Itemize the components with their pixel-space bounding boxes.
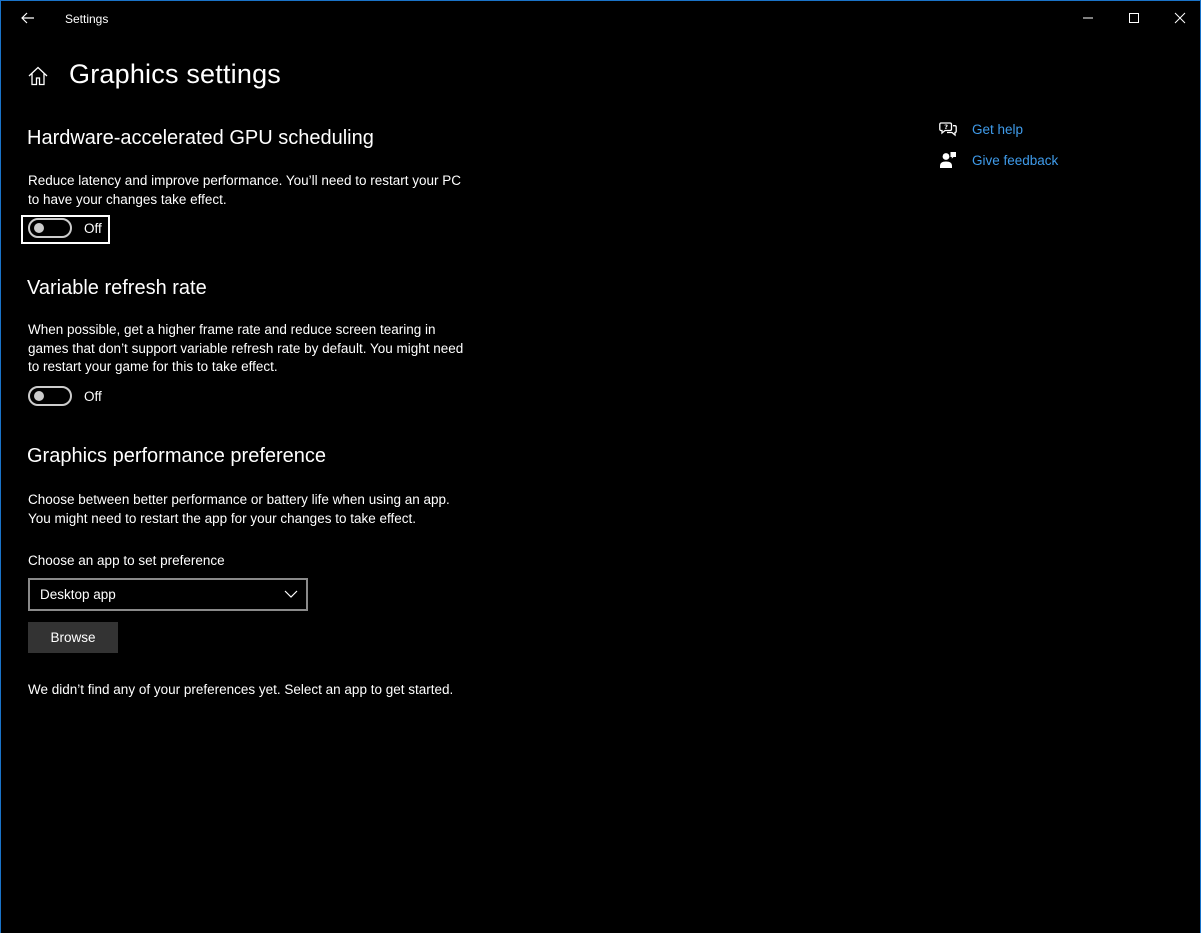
gpu-scheduling-description: Reduce latency and improve performance. … xyxy=(28,173,461,207)
gpu-scheduling-heading: Hardware-accelerated GPU scheduling xyxy=(27,127,374,149)
window-title: Settings xyxy=(65,12,109,26)
page-title: Graphics settings xyxy=(69,59,281,89)
home-button[interactable] xyxy=(27,65,49,87)
give-feedback-link[interactable]: Give feedback xyxy=(939,150,1058,170)
svg-text:?: ? xyxy=(944,123,948,131)
maximize-button[interactable] xyxy=(1111,1,1157,35)
app-type-dropdown[interactable]: Desktop app xyxy=(28,578,308,611)
back-button[interactable] xyxy=(11,3,45,33)
close-icon xyxy=(1174,12,1186,24)
close-button[interactable] xyxy=(1157,1,1201,35)
get-help-icon: ? xyxy=(939,122,957,137)
feedback-icon xyxy=(940,152,956,168)
performance-preference-description: Choose between better performance or bat… xyxy=(28,492,450,526)
variable-refresh-toggle[interactable]: Off xyxy=(28,386,102,406)
give-feedback-label: Give feedback xyxy=(972,152,1059,168)
home-icon xyxy=(28,66,48,86)
variable-refresh-description: When possible, get a higher frame rate a… xyxy=(28,322,464,374)
back-arrow-icon xyxy=(21,12,34,24)
toggle-knob xyxy=(34,223,44,233)
app-type-selected-value: Desktop app xyxy=(40,587,116,602)
get-help-label: Get help xyxy=(972,121,1024,137)
maximize-icon xyxy=(1129,13,1139,23)
minimize-icon xyxy=(1083,17,1093,19)
toggle-track xyxy=(28,386,72,406)
toggle-knob xyxy=(34,391,44,401)
title-bar: Settings xyxy=(1,1,1200,35)
variable-refresh-toggle-state: Off xyxy=(84,388,102,404)
browse-button[interactable]: Browse xyxy=(28,622,118,653)
app-type-label: Choose an app to set preference xyxy=(28,553,225,568)
no-preferences-message: We didn’t find any of your preferences y… xyxy=(28,682,454,697)
gpu-scheduling-toggle-state: Off xyxy=(84,220,102,236)
minimize-button[interactable] xyxy=(1065,1,1111,35)
chevron-down-icon xyxy=(284,590,298,598)
get-help-link[interactable]: ? Get help xyxy=(939,119,1023,139)
variable-refresh-heading: Variable refresh rate xyxy=(27,277,207,299)
gpu-scheduling-toggle[interactable]: Off xyxy=(28,218,102,238)
performance-preference-heading: Graphics performance preference xyxy=(27,445,327,467)
settings-window: Settings Graphics settings Hardware-acce… xyxy=(0,0,1201,933)
toggle-track xyxy=(28,218,72,238)
